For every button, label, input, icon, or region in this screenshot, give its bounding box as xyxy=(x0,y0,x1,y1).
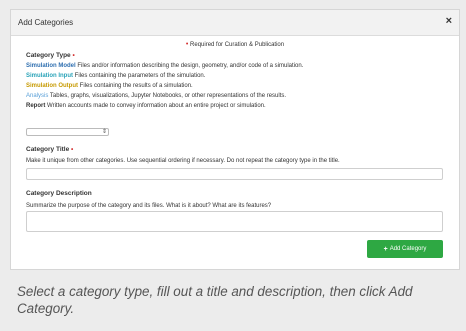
type-description: Files containing the parameters of the s… xyxy=(74,73,206,79)
add-category-button[interactable]: + Add Category xyxy=(367,240,443,258)
category-type-label: Category Type • xyxy=(26,52,75,59)
required-marker: • xyxy=(185,41,189,48)
add-category-label: Add Category xyxy=(389,246,427,252)
required-marker: • xyxy=(71,146,74,153)
type-description: Written accounts made to convey informat… xyxy=(47,103,266,109)
type-description: Tables, graphs, visualizations, Jupyter … xyxy=(49,93,287,99)
category-type-label-text: Category Type xyxy=(26,52,71,59)
category-title-label: Category Title • xyxy=(26,146,73,153)
type-name: Simulation Output xyxy=(26,83,78,89)
type-analysis: Analysis Tables, graphs, visualizations,… xyxy=(26,93,286,99)
category-type-select[interactable]: ⇕ xyxy=(26,128,109,136)
select-arrows-icon: ⇕ xyxy=(101,129,107,135)
modal-title: Add Categories xyxy=(18,18,74,27)
type-name: Analysis xyxy=(26,93,49,99)
required-note: • Required for Curation & Publication xyxy=(11,41,459,48)
type-name: Report xyxy=(26,103,46,109)
required-note-text: Required for Curation & Publication xyxy=(190,42,285,48)
type-simulation-input: Simulation Input Files containing the pa… xyxy=(26,73,205,79)
close-icon[interactable]: × xyxy=(446,16,452,27)
type-name: Simulation Model xyxy=(26,63,76,69)
category-description-label: Category Description xyxy=(26,190,92,197)
type-name: Simulation Input xyxy=(26,73,73,79)
instruction-caption: Select a category type, fill out a title… xyxy=(17,284,413,316)
modal-header: Add Categories × xyxy=(11,10,459,36)
type-description: Files containing the results of a simula… xyxy=(79,83,193,89)
type-simulation-output: Simulation Output Files containing the r… xyxy=(26,83,193,89)
category-title-label-text: Category Title xyxy=(26,146,70,153)
category-description-label-text: Category Description xyxy=(26,190,92,197)
category-description-help: Summarize the purpose of the category an… xyxy=(26,203,272,209)
type-description: Files and/or information describing the … xyxy=(77,63,304,69)
type-report: Report Written accounts made to convey i… xyxy=(26,103,266,109)
category-title-input[interactable] xyxy=(26,168,443,180)
type-simulation-model: Simulation Model Files and/or informatio… xyxy=(26,63,303,69)
category-title-help: Make it unique from other categories. Us… xyxy=(26,158,340,164)
add-categories-modal: Add Categories × • Required for Curation… xyxy=(10,9,460,270)
category-description-textarea[interactable] xyxy=(26,211,443,232)
plus-icon: + xyxy=(383,245,388,253)
required-marker: • xyxy=(72,52,75,59)
